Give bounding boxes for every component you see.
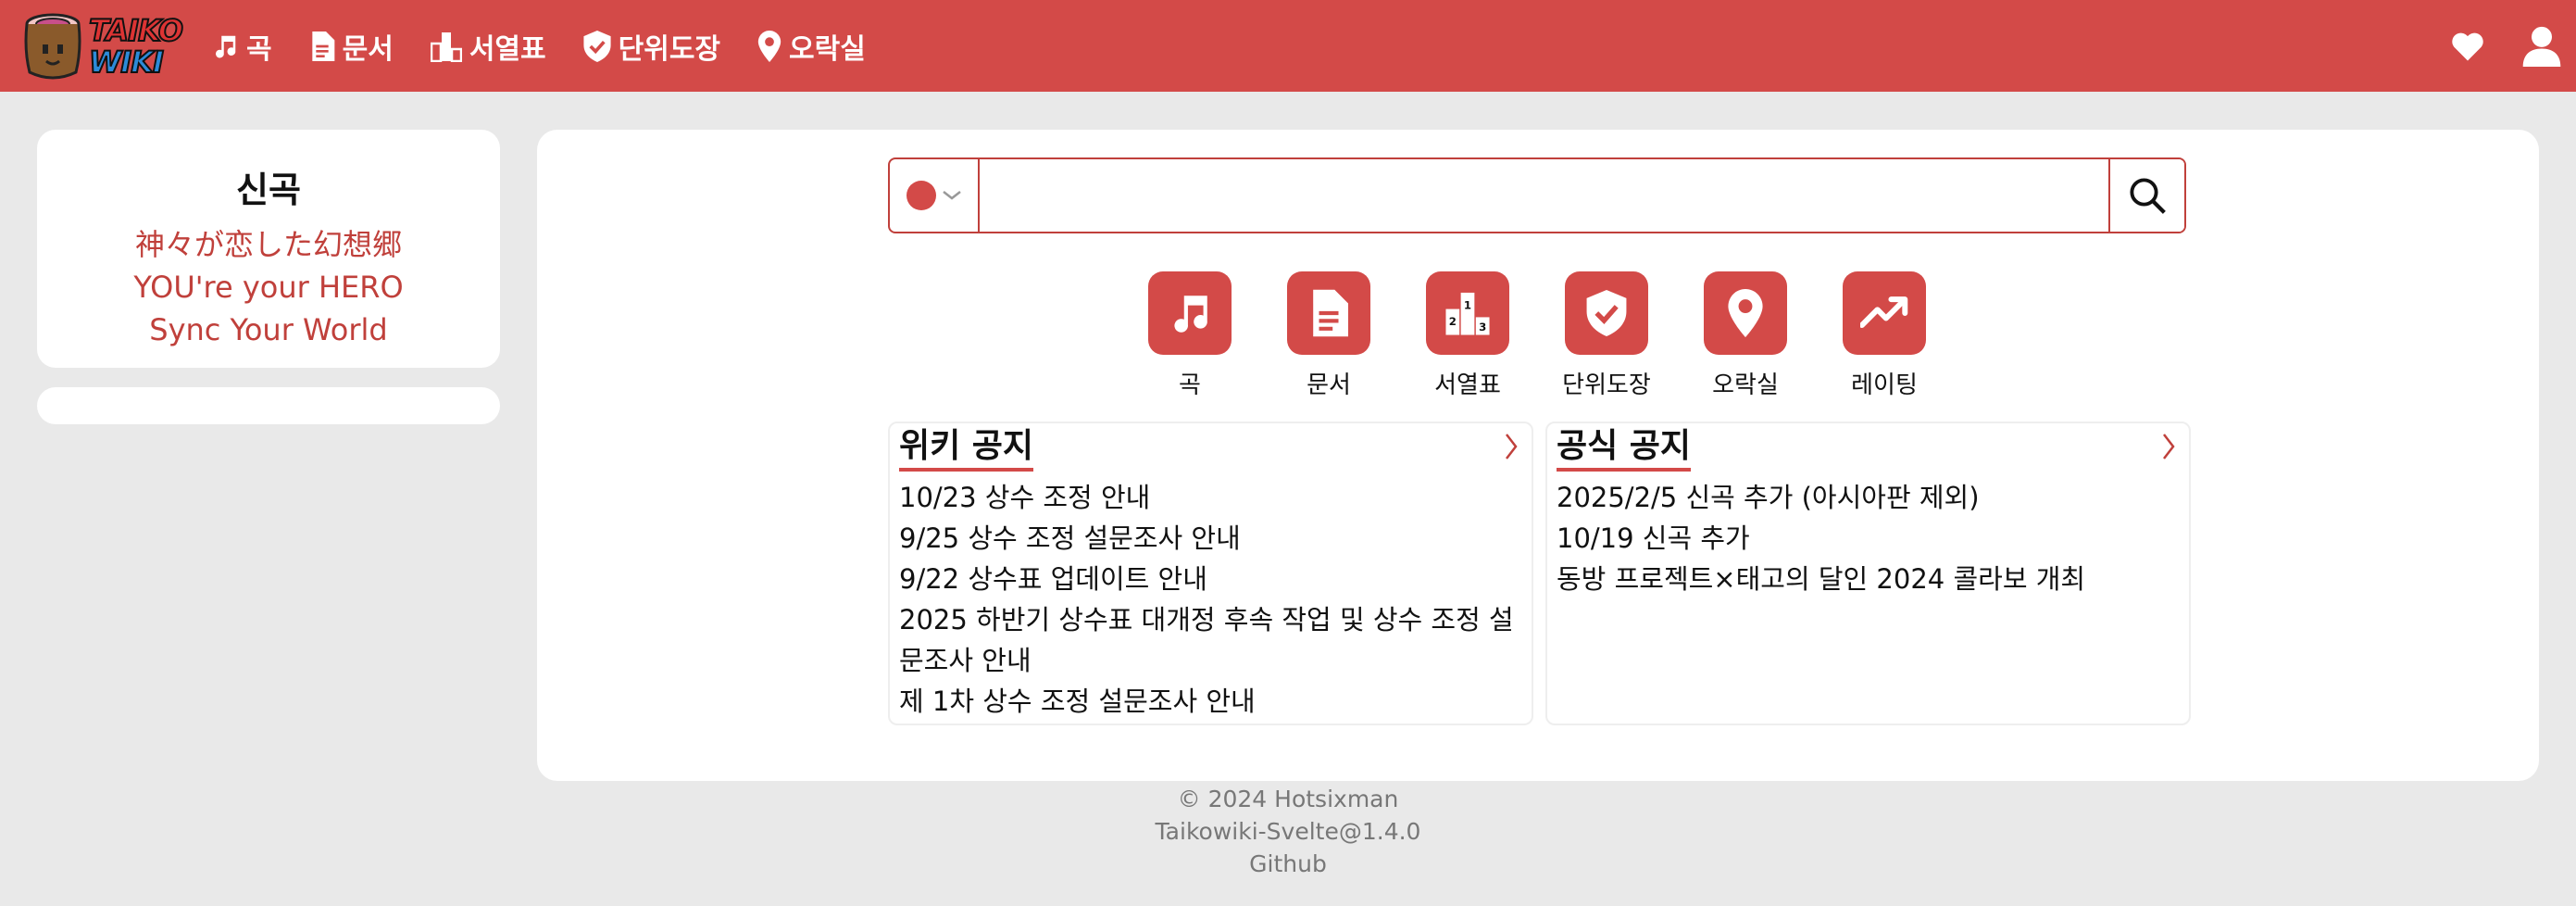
footer-copyright: © 2024 Hotsixman — [1177, 786, 1399, 812]
quick-link-label: 곡 — [1179, 371, 1201, 399]
notice-header: 공식 공지 — [1557, 423, 2180, 477]
quick-link-label: 서열표 — [1434, 371, 1501, 399]
quick-link-label: 문서 — [1307, 371, 1351, 399]
quick-link-dan-dojo[interactable]: 단위도장 — [1562, 271, 1651, 400]
shield-check-icon — [583, 30, 611, 62]
quick-link-tile — [1148, 271, 1232, 355]
nav-item-label: 곡 — [246, 32, 272, 66]
quick-link-rating[interactable]: 레이팅 — [1843, 271, 1926, 400]
quick-link-arcade[interactable]: 오락실 — [1704, 271, 1787, 400]
taiko-drum-icon — [24, 13, 81, 80]
search-icon — [2130, 178, 2166, 214]
notice-item[interactable]: 동방 프로젝트×태고의 달인 2024 콜라보 개최 — [1557, 559, 2180, 599]
sidebar-empty-card — [37, 387, 500, 424]
trending-up-icon — [1860, 296, 1908, 328]
quick-link-tier-list[interactable]: 213 서열표 — [1426, 271, 1509, 400]
nav-item-label: 문서 — [342, 32, 394, 66]
notice-item[interactable]: 2025 하반기 상수표 대개정 후속 작업 및 상수 조정 설문조사 안내 — [899, 599, 1522, 681]
chevron-down-icon — [942, 191, 961, 200]
official-notice-list: 2025/2/5 신곡 추가 (아시아판 제외) 10/19 신곡 추가 동방 … — [1547, 477, 2189, 599]
quick-link-tile — [1704, 271, 1787, 355]
favorites-button[interactable] — [2450, 31, 2485, 62]
document-icon — [1313, 289, 1348, 337]
nav-item-label: 오락실 — [789, 32, 866, 66]
footer: © 2024 Hotsixman Taikowiki-Svelte@1.4.0 … — [0, 783, 2576, 880]
nav-item-dan-dojo[interactable]: 단위도장 — [583, 26, 720, 67]
quick-link-tile: 213 — [1426, 271, 1509, 355]
footer-github-link[interactable]: Github — [1249, 850, 1327, 877]
new-song-link[interactable]: 神々が恋した幻想郷 — [37, 223, 500, 266]
notice-item[interactable]: 10/23 상수 조정 안내 — [899, 477, 1522, 518]
quick-link-songs[interactable]: 곡 — [1148, 271, 1232, 400]
document-icon — [311, 31, 334, 61]
nav-item-songs[interactable]: 곡 — [211, 26, 272, 67]
music-note-icon — [1174, 296, 1207, 333]
notice-item[interactable]: 9/25 상수 조정 설문조사 안내 — [899, 518, 1522, 559]
logo-line1: TAIKO — [88, 13, 184, 48]
search-button[interactable] — [2108, 159, 2184, 232]
quick-link-tile — [1565, 271, 1648, 355]
user-icon — [2522, 26, 2561, 67]
notice-item[interactable]: 9/22 상수표 업데이트 안내 — [899, 559, 1522, 599]
nav-item-tier-list[interactable]: 서열표 — [430, 26, 546, 67]
notice-item[interactable]: 제 1차 상수 조정 설문조사 안내 — [899, 681, 1522, 722]
chevron-right-icon — [2163, 434, 2175, 459]
quick-link-tile — [1843, 271, 1926, 355]
quick-link-label: 오락실 — [1712, 371, 1779, 399]
podium-icon — [430, 31, 462, 62]
quick-link-label: 레이팅 — [1851, 371, 1918, 399]
wiki-notice-panel: 위키 공지 10/23 상수 조정 안내 9/25 상수 조정 설문조사 안내 … — [888, 422, 1533, 725]
svg-text:2: 2 — [1449, 315, 1457, 328]
heart-icon — [2452, 32, 2483, 60]
nav-item-documents[interactable]: 문서 — [309, 26, 394, 67]
footer-version: Taikowiki-Svelte@1.4.0 — [1155, 818, 1421, 845]
wiki-notice-list: 10/23 상수 조정 안내 9/25 상수 조정 설문조사 안내 9/22 상… — [890, 477, 1532, 722]
nav-item-label: 서열표 — [469, 32, 546, 66]
logo-line2: WIKI — [88, 44, 165, 80]
svg-text:3: 3 — [1479, 321, 1486, 333]
nav-item-label: 단위도장 — [618, 32, 721, 66]
new-song-link[interactable]: YOU're your HERO — [37, 266, 500, 308]
nav-item-arcade[interactable]: 오락실 — [757, 26, 866, 67]
notice-header: 위키 공지 — [899, 423, 1522, 477]
map-pin-icon — [757, 30, 782, 62]
quick-link-label: 단위도장 — [1562, 371, 1651, 399]
topbar-actions — [2413, 0, 2561, 92]
shield-check-icon — [1586, 290, 1627, 336]
quick-links: 곡 문서 213 서열표 단위도장 오락실 레이팅 — [1148, 271, 1982, 400]
account-button[interactable] — [2522, 26, 2561, 67]
notice-item[interactable]: 2025/2/5 신곡 추가 (아시아판 제외) — [1557, 477, 2180, 518]
wiki-notice-more-button[interactable] — [1504, 433, 1519, 464]
svg-text:1: 1 — [1464, 299, 1471, 312]
taiko-wiki-logo[interactable]: TAIKO WIKI — [24, 9, 195, 83]
search-input[interactable] — [980, 159, 2108, 232]
music-note-icon — [216, 35, 236, 57]
search-bar — [888, 157, 2186, 233]
chevron-right-icon — [1506, 434, 1518, 459]
main-nav: 곡 문서 서열표 단위도장 오락실 — [211, 0, 903, 92]
quick-link-documents[interactable]: 문서 — [1287, 271, 1370, 400]
new-songs-title: 신곡 — [236, 170, 301, 210]
new-songs-card: 신곡 神々が恋した幻想郷 YOU're your HERO Sync Your … — [37, 130, 500, 368]
search-language-select[interactable] — [890, 159, 980, 232]
official-notice-panel: 공식 공지 2025/2/5 신곡 추가 (아시아판 제외) 10/19 신곡 … — [1545, 422, 2191, 725]
map-pin-icon — [1728, 289, 1763, 337]
notice-item[interactable]: 10/19 신곡 추가 — [1557, 518, 2180, 559]
podium-icon: 213 — [1445, 292, 1490, 335]
logo-wordmark: TAIKO WIKI — [88, 13, 184, 80]
wiki-notice-title[interactable]: 위키 공지 — [899, 427, 1034, 472]
official-notice-title[interactable]: 공식 공지 — [1557, 427, 1692, 472]
official-notice-more-button[interactable] — [2161, 433, 2176, 464]
quick-link-tile — [1287, 271, 1370, 355]
language-indicator-dot — [906, 181, 936, 210]
new-song-link[interactable]: Sync Your World — [37, 308, 500, 351]
top-navbar: TAIKO WIKI 곡 문서 서열표 단위도장 오락실 — [0, 0, 2576, 92]
